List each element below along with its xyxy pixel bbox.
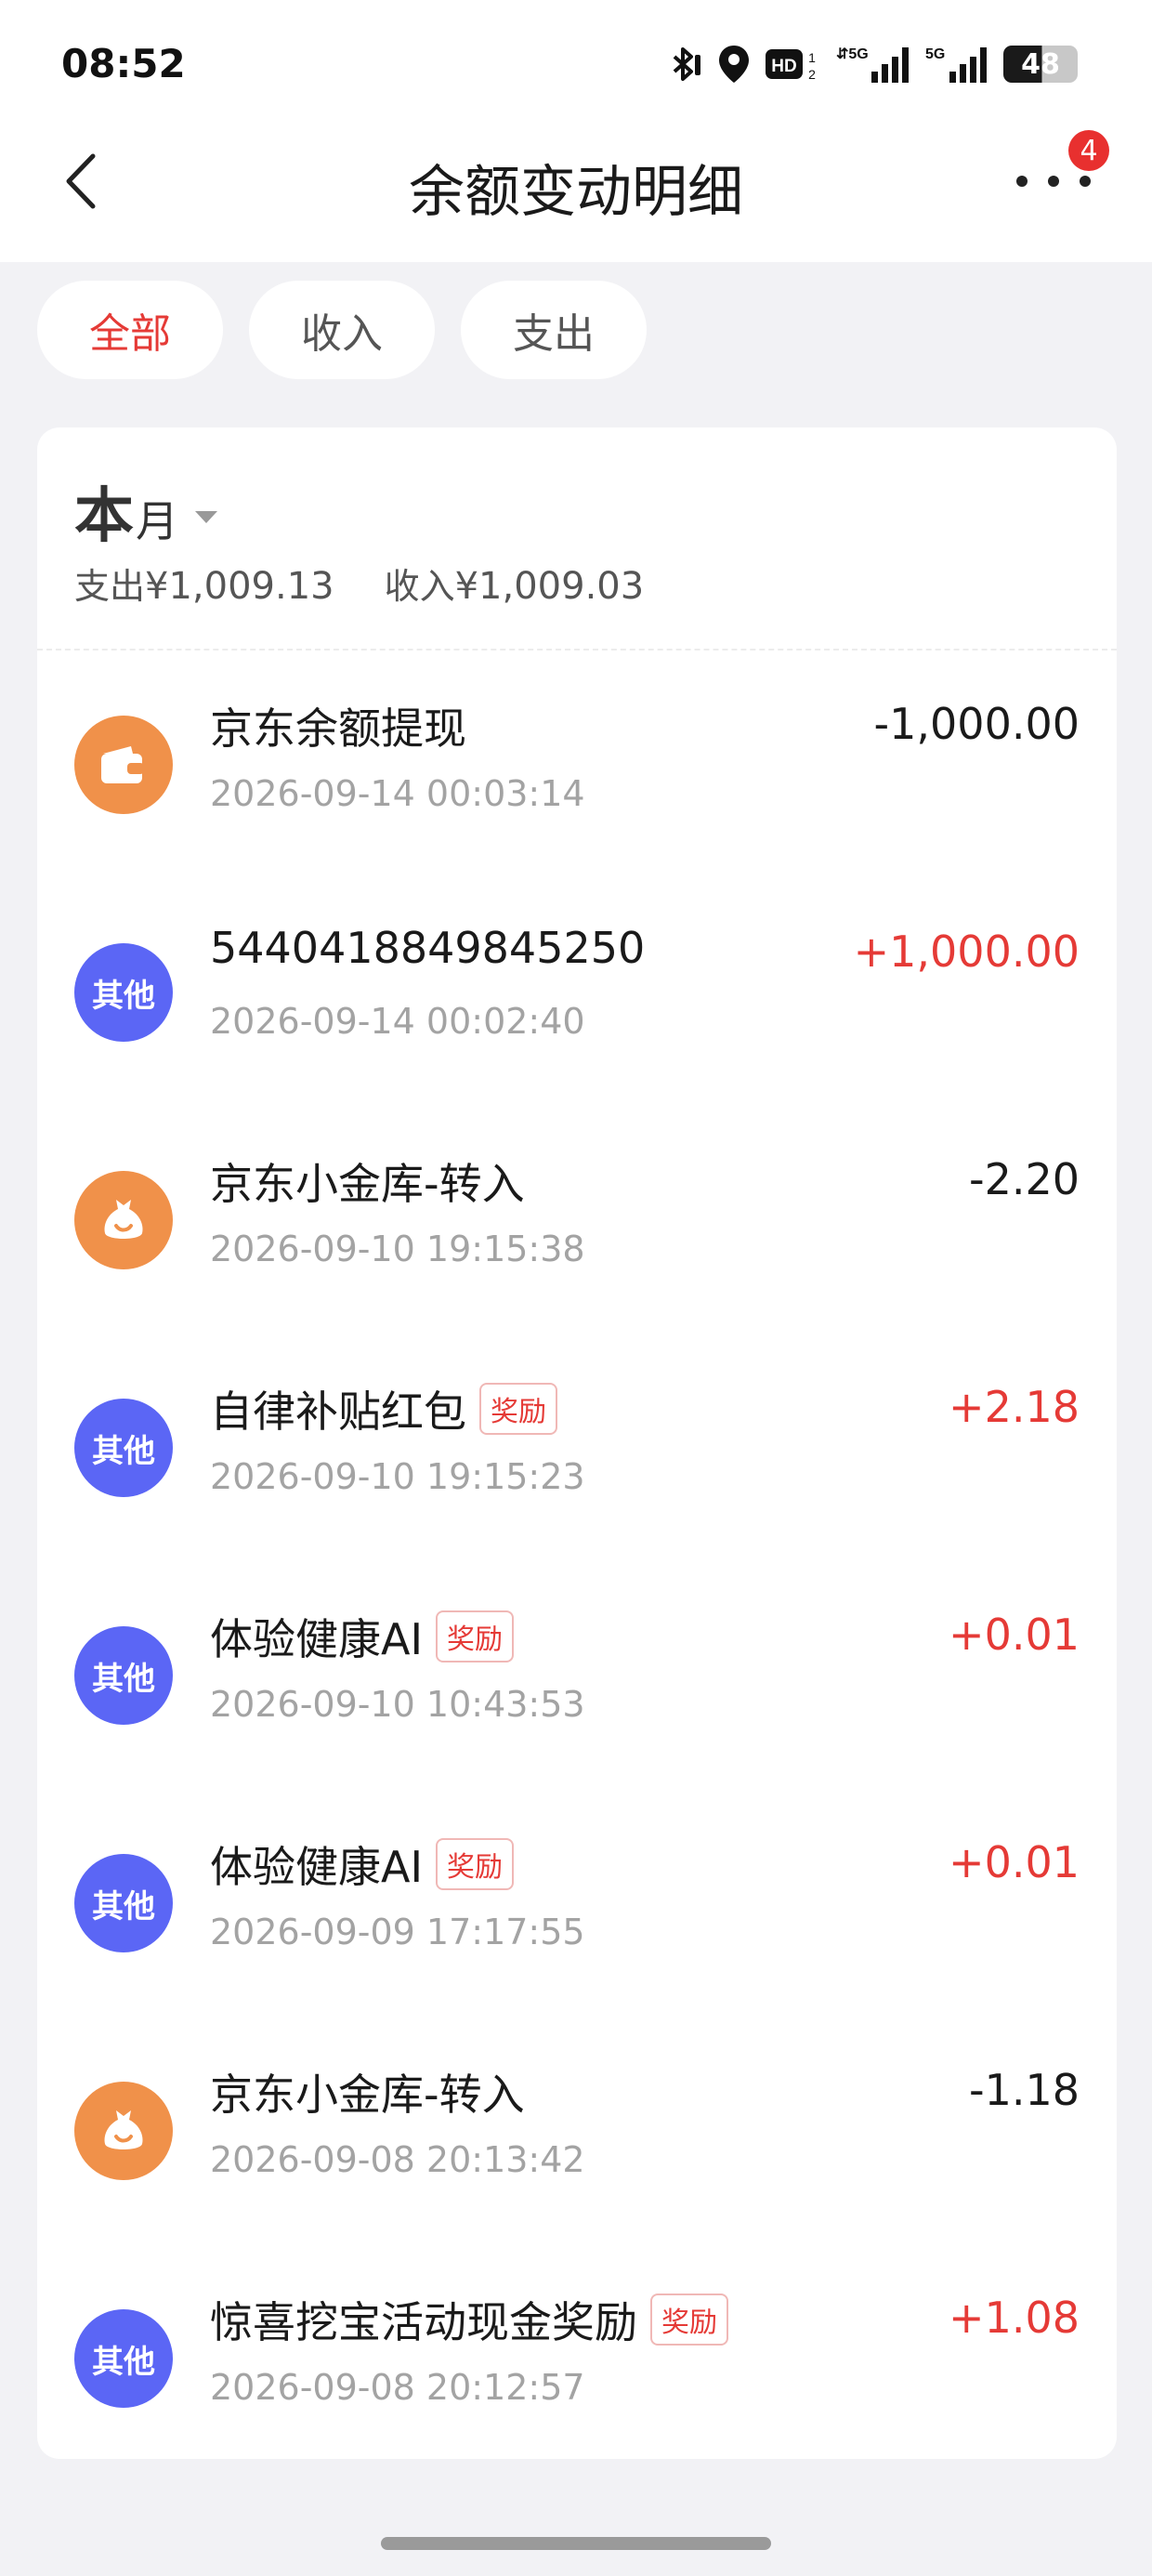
transaction-title-text: 京东余额提现	[210, 703, 466, 754]
battery-icon: 48	[1003, 46, 1078, 83]
transaction-title: 京东小金库-转入	[210, 2061, 525, 2123]
expense-label: 支出	[74, 566, 146, 607]
more-dot-icon	[1080, 176, 1091, 187]
transaction-title-text: 体验健康AI	[210, 1614, 424, 1664]
expense-amount: ¥1,009.13	[145, 565, 334, 608]
svg-text:2: 2	[808, 67, 816, 82]
transactions-card: 本 月 支出¥1,009.13 收入¥1,009.03 京东余额提现 2026-…	[37, 427, 1117, 2459]
svg-text:5G: 5G	[925, 46, 945, 62]
money-bag-glyph-icon	[104, 2110, 143, 2149]
other-icon: 其他	[74, 1399, 173, 1497]
more-dot-icon	[1016, 176, 1028, 187]
transaction-time: 2026-09-10 19:15:38	[210, 1229, 585, 1269]
status-icons: HD 1 2 ⇵5G 5G 48	[663, 43, 1078, 85]
transaction-row[interactable]: 京东小金库-转入 2026-09-10 19:15:38 -2.20	[37, 1106, 1117, 1334]
status-time: 08:52	[61, 41, 186, 86]
caret-down-icon	[195, 511, 217, 523]
reward-tag: 奖励	[436, 1610, 515, 1663]
income-total: 收入¥1,009.03	[385, 558, 645, 609]
transaction-amount: +0.01	[949, 1610, 1080, 1660]
transaction-title-text: 体验健康AI	[210, 1842, 424, 1892]
other-icon: 其他	[74, 2309, 173, 2408]
transaction-amount: -1,000.00	[873, 699, 1080, 749]
transaction-time: 2026-09-08 20:13:42	[210, 2139, 585, 2180]
other-icon: 其他	[74, 1854, 173, 1952]
money-bag-glyph-icon	[104, 1200, 143, 1239]
reward-tag: 奖励	[436, 1838, 515, 1890]
transaction-title-text: 自律补贴红包	[210, 1387, 466, 1437]
period-big: 本	[74, 482, 134, 551]
income-amount: ¥1,009.03	[454, 565, 645, 608]
transaction-title: 体验健康AI 奖励	[210, 1833, 515, 1895]
transaction-row[interactable]: 京东余额提现 2026-09-14 00:03:14 -1,000.00	[37, 651, 1117, 878]
transaction-time: 2026-09-10 19:15:23	[210, 1456, 585, 1497]
expense-total: 支出¥1,009.13	[74, 558, 334, 609]
signal-5g-icon-2: 5G	[925, 46, 987, 83]
other-icon: 其他	[74, 943, 173, 1042]
location-icon	[719, 46, 749, 83]
more-dot-icon	[1048, 176, 1059, 187]
svg-text:HD: HD	[771, 57, 796, 76]
transaction-title-text: 惊喜挖宝活动现金奖励	[210, 2297, 637, 2347]
transaction-row[interactable]: 其他 自律补贴红包 奖励 2026-09-10 19:15:23 +2.18	[37, 1334, 1117, 1561]
transaction-row[interactable]: 其他 体验健康AI 奖励 2026-09-09 17:17:55 +0.01	[37, 1789, 1117, 2017]
transaction-title: 京东小金库-转入	[210, 1150, 525, 1212]
transaction-title: 惊喜挖宝活动现金奖励 奖励	[210, 2289, 728, 2350]
filter-expense[interactable]: 支出	[461, 281, 647, 379]
signal-5g-icon: ⇵5G	[836, 46, 909, 83]
bluetooth-icon	[673, 47, 700, 81]
transaction-amount: -2.20	[968, 1154, 1080, 1204]
transaction-list: 京东余额提现 2026-09-14 00:03:14 -1,000.00 其他 …	[37, 651, 1117, 2472]
transaction-amount: -1.18	[968, 2065, 1080, 2115]
transaction-title-text: 5440418849845250	[210, 923, 646, 973]
filter-tabs: 全部 收入 支出	[37, 281, 647, 379]
wallet-glyph-icon	[101, 746, 144, 783]
transaction-amount: +1,000.00	[853, 927, 1080, 977]
transaction-time: 2026-09-10 10:43:53	[210, 1684, 585, 1725]
transaction-amount: +0.01	[949, 1837, 1080, 1887]
transaction-row[interactable]: 其他 5440418849845250 2026-09-14 00:02:40 …	[37, 878, 1117, 1106]
transaction-amount: +2.18	[949, 1382, 1080, 1432]
transaction-time: 2026-09-14 00:03:14	[210, 773, 585, 814]
period-small: 月	[136, 496, 178, 546]
transaction-time: 2026-09-14 00:02:40	[210, 1001, 585, 1042]
battery-level: 48	[1021, 47, 1060, 81]
transaction-title-text: 京东小金库-转入	[210, 2070, 525, 2120]
transaction-title: 自律补贴红包 奖励	[210, 1378, 557, 1439]
transaction-row[interactable]: 其他 惊喜挖宝活动现金奖励 奖励 2026-09-08 20:12:57 +1.…	[37, 2244, 1117, 2472]
transaction-row[interactable]: 其他 体验健康AI 奖励 2026-09-10 10:43:53 +0.01	[37, 1561, 1117, 1789]
wallet-icon	[74, 716, 173, 814]
other-icon: 其他	[74, 1626, 173, 1725]
period-selector[interactable]: 本 月	[74, 468, 217, 554]
svg-text:⇵5G: ⇵5G	[836, 46, 869, 62]
transaction-title: 5440418849845250	[210, 923, 645, 973]
transaction-title: 京东余额提现	[210, 695, 466, 756]
svg-text:1: 1	[808, 50, 816, 65]
filter-all[interactable]: 全部	[37, 281, 223, 379]
filter-income[interactable]: 收入	[249, 281, 435, 379]
money-bag-icon	[74, 2082, 173, 2180]
money-bag-icon	[74, 1171, 173, 1269]
page-title: 余额变动明细	[409, 160, 743, 225]
transaction-title: 体验健康AI 奖励	[210, 1606, 515, 1667]
transaction-title-text: 京东小金库-转入	[210, 1159, 525, 1209]
transaction-row[interactable]: 京东小金库-转入 2026-09-08 20:13:42 -1.18	[37, 2017, 1117, 2244]
transaction-time: 2026-09-09 17:17:55	[210, 1912, 585, 1952]
reward-tag: 奖励	[479, 1383, 557, 1435]
notification-badge: 4	[1068, 130, 1109, 171]
home-indicator[interactable]	[381, 2537, 771, 2550]
income-label: 收入	[384, 566, 455, 607]
transaction-time: 2026-09-08 20:12:57	[210, 2367, 585, 2408]
transaction-amount: +1.08	[949, 2293, 1080, 2343]
top-bar: 08:52 HD 1 2 ⇵5G 5G 48 余额变动明细 4	[0, 0, 1152, 262]
hd-icon: HD 1 2	[766, 49, 816, 82]
reward-tag: 奖励	[650, 2293, 728, 2346]
period-totals: 支出¥1,009.13 收入¥1,009.03	[74, 558, 644, 609]
